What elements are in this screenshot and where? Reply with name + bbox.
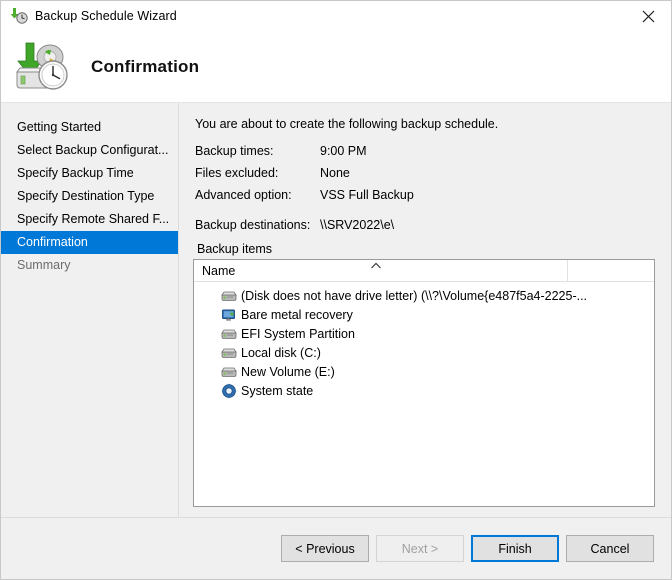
summary-row-files-excluded: Files excluded: None — [193, 162, 655, 184]
intro-text: You are about to create the following ba… — [195, 117, 499, 131]
summary-value: 9:00 PM — [320, 144, 367, 158]
list-item[interactable]: EFI System Partition — [194, 324, 654, 343]
backup-items-label: Backup items — [197, 242, 273, 256]
list-item[interactable]: New Volume (E:) — [194, 362, 654, 381]
wizard-header: Confirmation — [1, 31, 671, 103]
wizard-body: Getting Started Select Backup Configurat… — [1, 103, 671, 517]
list-item-label: EFI System Partition — [241, 326, 355, 341]
sidebar-item-getting-started[interactable]: Getting Started — [1, 116, 178, 139]
listview-rows: (Disk does not have drive letter) (\\?\V… — [194, 282, 654, 400]
sidebar-item-select-backup-configuration[interactable]: Select Backup Configurat... — [1, 139, 178, 162]
window-title: Backup Schedule Wizard — [35, 9, 177, 23]
system-state-icon — [220, 383, 238, 399]
disk-drive-icon — [220, 326, 238, 342]
sidebar-item-specify-remote-shared-folder[interactable]: Specify Remote Shared F... — [1, 208, 178, 231]
wizard-steps-sidebar: Getting Started Select Backup Configurat… — [1, 103, 179, 517]
summary-row-backup-destinations: Backup destinations: \\SRV2022\e\ — [193, 214, 655, 236]
list-item-label: System state — [241, 383, 314, 398]
column-header-name[interactable]: Name — [194, 260, 568, 281]
summary-label: Backup destinations: — [195, 218, 311, 232]
backup-schedule-wizard-window: Backup Schedule Wizard Confirmation Gett… — [0, 0, 672, 580]
summary-label: Files excluded: — [195, 166, 279, 180]
sidebar-item-specify-backup-time[interactable]: Specify Backup Time — [1, 162, 178, 185]
disk-drive-icon — [220, 345, 238, 361]
bare-metal-recovery-icon — [220, 307, 238, 323]
summary-label: Backup times: — [195, 144, 274, 158]
confirmation-content: You are about to create the following ba… — [179, 103, 671, 517]
sort-ascending-icon — [370, 260, 382, 269]
finish-button[interactable]: Finish — [471, 535, 559, 562]
list-item-label: (Disk does not have drive letter) (\\?\V… — [241, 288, 588, 303]
column-header-name-label: Name — [202, 263, 236, 278]
backup-items-listview[interactable]: Name (Disk does not have drive letter) (… — [193, 259, 655, 507]
disk-drive-icon — [220, 364, 238, 380]
list-item[interactable]: Bare metal recovery — [194, 305, 654, 324]
list-item-label: New Volume (E:) — [241, 364, 335, 379]
list-item-label: Local disk (C:) — [241, 345, 321, 360]
summary-value: None — [320, 166, 350, 180]
disk-drive-icon — [220, 288, 238, 304]
list-item[interactable]: Local disk (C:) — [194, 343, 654, 362]
next-button: Next > — [376, 535, 464, 562]
close-icon[interactable] — [625, 1, 671, 31]
list-item-label: Bare metal recovery — [241, 307, 353, 322]
listview-header: Name — [194, 260, 654, 282]
wizard-footer: < Previous Next > Finish Cancel — [1, 517, 671, 579]
sidebar-item-confirmation[interactable]: Confirmation — [1, 231, 178, 254]
sidebar-item-specify-destination-type[interactable]: Specify Destination Type — [1, 185, 178, 208]
summary-row-backup-times: Backup times: 9:00 PM — [193, 140, 655, 162]
summary-value: VSS Full Backup — [320, 188, 414, 202]
cancel-button[interactable]: Cancel — [566, 535, 654, 562]
list-item[interactable]: System state — [194, 381, 654, 400]
summary-value: \\SRV2022\e\ — [320, 218, 395, 232]
backup-schedule-icon — [9, 6, 29, 26]
backup-disk-clock-icon — [9, 39, 75, 95]
column-header-spacer — [568, 260, 654, 281]
sidebar-item-summary: Summary — [17, 258, 71, 272]
list-item[interactable]: (Disk does not have drive letter) (\\?\V… — [194, 286, 654, 305]
summary-label: Advanced option: — [195, 188, 292, 202]
title-bar: Backup Schedule Wizard — [1, 1, 671, 31]
previous-button[interactable]: < Previous — [281, 535, 369, 562]
summary-row-advanced-option: Advanced option: VSS Full Backup — [193, 184, 655, 206]
page-title: Confirmation — [91, 56, 200, 76]
